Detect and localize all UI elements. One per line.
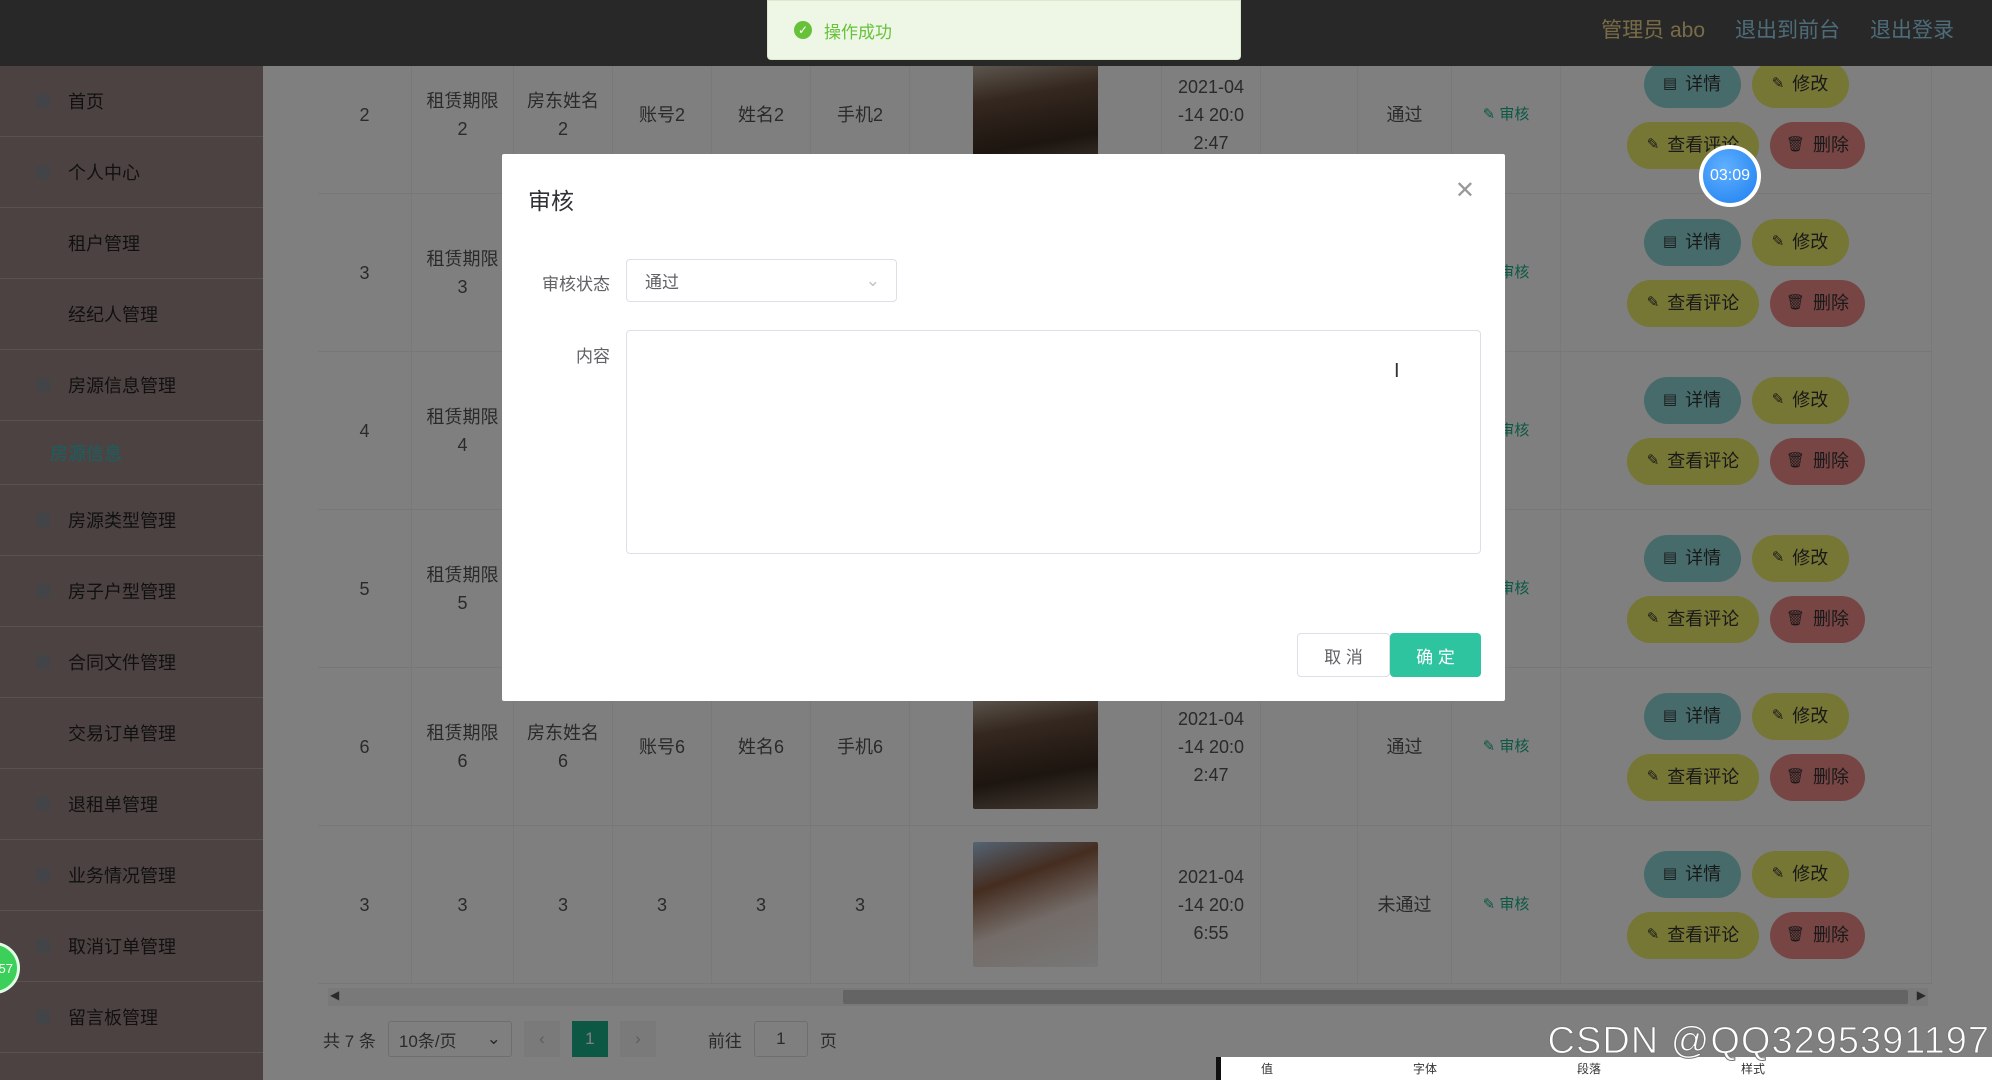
content-textarea[interactable]	[626, 330, 1481, 554]
ribbon-group-label: 值	[1261, 1062, 1274, 1076]
ribbon-group-label: 字体	[1413, 1062, 1438, 1076]
review-status-value: 通过	[645, 273, 679, 292]
text-cursor-icon: I	[1394, 360, 1400, 382]
review-dialog: 审核 ✕ 审核状态 通过 ⌄ 内容 I 取 消 确 定	[502, 154, 1505, 701]
toast-message: 操作成功	[824, 22, 892, 42]
status-label: 审核状态	[542, 275, 610, 294]
confirm-button[interactable]: 确 定	[1390, 633, 1481, 677]
check-circle-icon: ✓	[794, 21, 812, 39]
recording-timer[interactable]: 03:09	[1699, 145, 1761, 207]
watermark: CSDN @QQ3295391197	[1547, 1020, 1990, 1063]
dialog-title: 审核	[528, 188, 574, 214]
cancel-button[interactable]: 取 消	[1297, 633, 1390, 677]
review-status-select[interactable]: 通过 ⌄	[626, 259, 897, 302]
close-icon[interactable]: ✕	[1455, 176, 1475, 205]
chevron-down-icon: ⌄	[865, 270, 880, 290]
content-label: 内容	[576, 347, 610, 366]
success-toast: ✓ 操作成功	[767, 0, 1241, 60]
